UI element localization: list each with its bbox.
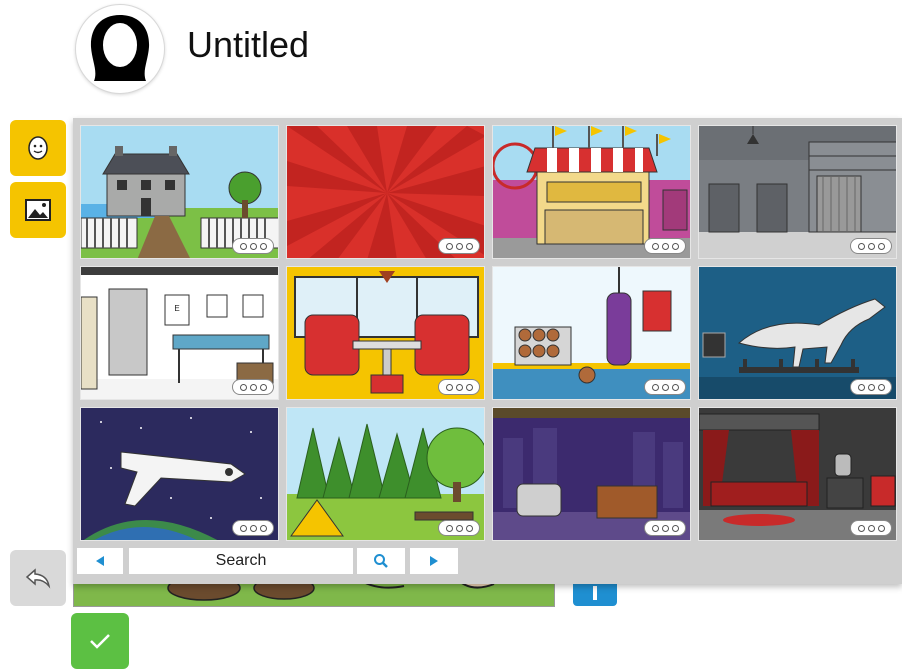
more-options-icon[interactable] [232, 520, 274, 536]
more-options-icon[interactable] [232, 238, 274, 254]
back-button[interactable] [10, 550, 66, 606]
more-options-icon[interactable] [438, 520, 480, 536]
scene-thumbnail-theater-bedroom[interactable] [698, 407, 897, 541]
svg-text:E: E [174, 304, 179, 313]
add-cell-button[interactable] [573, 582, 617, 606]
user-silhouette-icon [90, 15, 150, 81]
more-options-icon[interactable] [850, 520, 892, 536]
right-arrow-icon [430, 556, 438, 566]
more-options-icon[interactable] [644, 379, 686, 395]
magnifier-icon [374, 554, 388, 568]
scene-thumbnail-red-starburst[interactable] [286, 125, 485, 259]
scene-thumbnail-forest-campsite[interactable] [286, 407, 485, 541]
scene-thumbnail-warehouse-loading-bay[interactable] [698, 125, 897, 259]
search-button[interactable] [357, 548, 405, 574]
scene-thumbnail-country-house[interactable] [80, 125, 279, 259]
next-page-button[interactable] [410, 548, 458, 574]
scene-thumbnail-fairground-stall[interactable] [492, 125, 691, 259]
image-icon [25, 199, 51, 221]
more-options-icon[interactable] [644, 238, 686, 254]
more-options-icon[interactable] [438, 379, 480, 395]
scene-thumbnail-doctor-office[interactable]: E [80, 266, 279, 400]
more-options-icon[interactable] [850, 379, 892, 395]
scene-grid: E [80, 125, 902, 543]
more-options-icon[interactable] [232, 379, 274, 395]
scenes-button[interactable] [10, 182, 66, 238]
scene-thumbnail-diner-booth[interactable] [286, 266, 485, 400]
smiley-face-icon [28, 136, 48, 160]
more-options-icon[interactable] [644, 520, 686, 536]
checkmark-icon [90, 634, 110, 649]
scene-library-panel: E [73, 118, 902, 584]
scene-thumbnail-museum-dinosaur[interactable] [698, 266, 897, 400]
previous-page-button[interactable] [77, 548, 123, 574]
search-bar [73, 546, 902, 576]
page-title[interactable]: Untitled [187, 24, 309, 66]
more-options-icon[interactable] [438, 238, 480, 254]
scene-thumbnail-talk-show-set[interactable] [492, 407, 691, 541]
scene-thumbnail-space-shuttle[interactable] [80, 407, 279, 541]
search-input[interactable] [129, 548, 353, 574]
plus-icon [593, 586, 597, 600]
undo-arrow-icon [25, 568, 51, 589]
characters-button[interactable] [10, 120, 66, 176]
scene-thumbnail-boxing-gym[interactable] [492, 266, 691, 400]
left-arrow-icon [96, 556, 104, 566]
more-options-icon[interactable] [850, 238, 892, 254]
confirm-button[interactable] [71, 613, 129, 669]
avatar[interactable] [75, 4, 165, 94]
